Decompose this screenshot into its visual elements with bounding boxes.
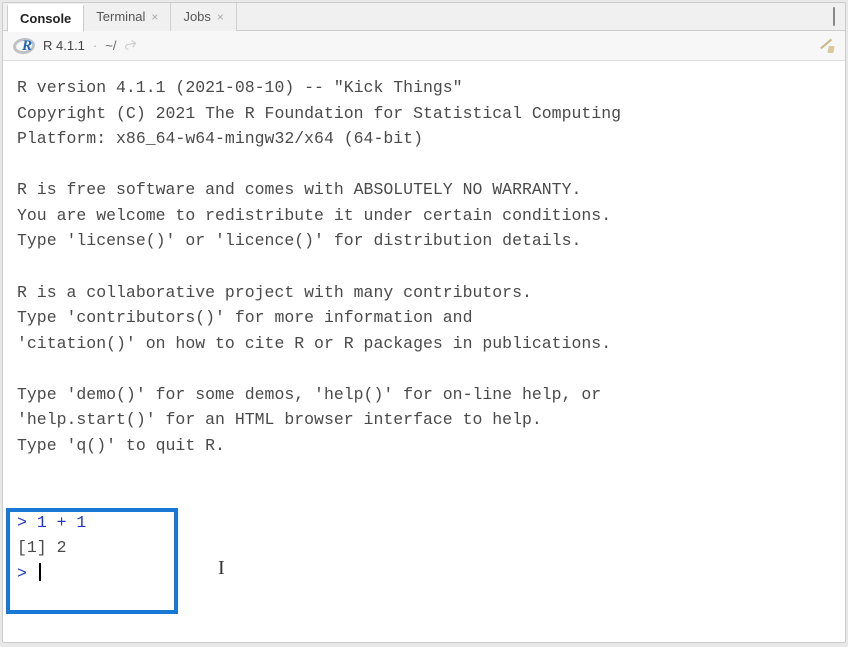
console-result: [1] 2 xyxy=(17,538,67,557)
tab-jobs-label: Jobs xyxy=(183,9,210,24)
share-arrow-icon[interactable] xyxy=(124,37,138,54)
console-panel: Console Terminal × Jobs × R R 4.1.1 · ~/ xyxy=(2,2,846,643)
close-icon[interactable]: × xyxy=(151,10,158,24)
tab-terminal-label: Terminal xyxy=(96,9,145,24)
working-directory[interactable]: ~/ xyxy=(105,38,116,53)
console-output[interactable]: R version 4.1.1 (2021-08-10) -- "Kick Th… xyxy=(3,61,845,642)
r-logo-icon: R xyxy=(13,37,35,55)
tab-terminal[interactable]: Terminal × xyxy=(84,3,171,31)
console-input-line: > 1 + 1 xyxy=(17,513,86,532)
ibeam-cursor-icon: I xyxy=(218,557,225,580)
console-prompt[interactable]: > xyxy=(17,564,41,583)
separator: · xyxy=(93,38,97,53)
tab-console-label: Console xyxy=(20,11,71,26)
clear-console-icon[interactable] xyxy=(817,37,835,55)
startup-text: R version 4.1.1 (2021-08-10) -- "Kick Th… xyxy=(17,75,831,458)
r-version: R 4.1.1 xyxy=(43,38,85,53)
tab-bar: Console Terminal × Jobs × xyxy=(3,3,845,31)
close-icon[interactable]: × xyxy=(217,10,224,24)
tab-jobs[interactable]: Jobs × xyxy=(171,3,236,31)
maximize-pane-icon[interactable] xyxy=(833,8,835,26)
tab-bar-actions xyxy=(833,8,841,26)
console-info-bar: R R 4.1.1 · ~/ xyxy=(3,31,845,61)
text-cursor xyxy=(39,563,41,581)
tab-console[interactable]: Console xyxy=(7,4,84,32)
